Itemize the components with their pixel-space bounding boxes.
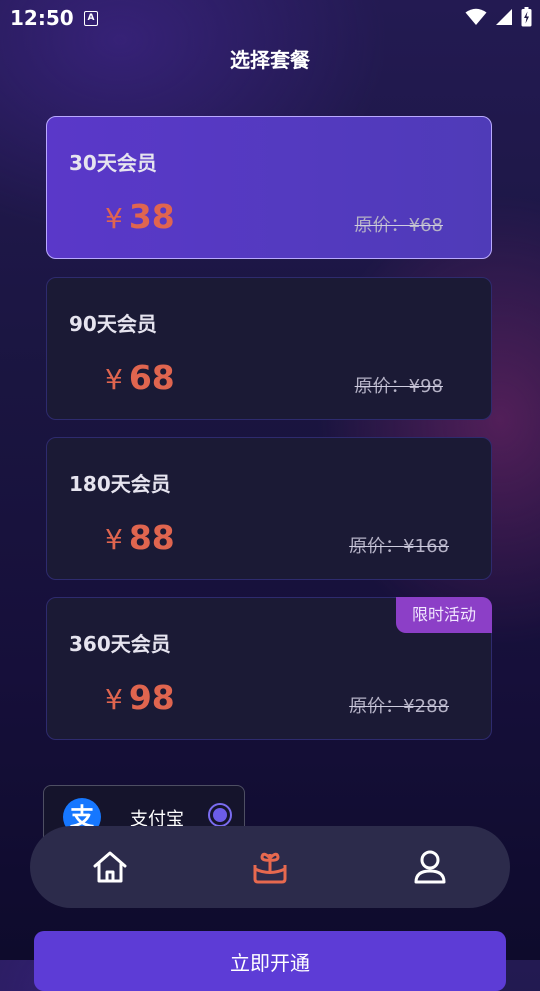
price-value: 68 — [128, 358, 175, 397]
status-time: 12:50 — [10, 6, 74, 30]
currency-symbol: ¥ — [105, 683, 123, 716]
home-icon — [93, 851, 127, 883]
price-value: 38 — [128, 197, 175, 236]
gift-icon — [253, 852, 287, 884]
original-price: 原价：¥68 — [354, 215, 443, 236]
plan-card-30-days[interactable]: 30天会员 ¥38 原价：¥68 — [46, 116, 492, 259]
nav-profile[interactable] — [390, 826, 470, 908]
bottom-nav — [30, 826, 510, 908]
status-icons — [465, 7, 532, 27]
plan-name: 30天会员 — [69, 151, 157, 175]
plan-name: 90天会员 — [69, 312, 157, 336]
original-price: 原价：¥98 — [354, 376, 443, 397]
status-bar: 12:50 A — [0, 0, 540, 36]
plan-name: 180天会员 — [69, 472, 171, 496]
subscribe-button-label: 立即开通 — [230, 951, 310, 975]
wifi-icon — [465, 8, 487, 25]
signal-icon — [496, 9, 512, 25]
payment-radio[interactable] — [208, 803, 232, 827]
plan-card-90-days[interactable]: 90天会员 ¥68 原价：¥98 — [46, 277, 492, 420]
original-price: 原价：¥168 — [349, 536, 449, 557]
original-price: 原价：¥288 — [349, 696, 449, 717]
plan-price: ¥68 — [105, 358, 175, 397]
subscribe-button[interactable]: 立即开通 — [34, 931, 506, 991]
currency-symbol: ¥ — [105, 523, 123, 556]
promo-badge: 限时活动 — [396, 597, 492, 633]
plan-price: ¥98 — [105, 678, 175, 717]
plan-card-360-days[interactable]: 限时活动 360天会员 ¥98 原价：¥288 — [46, 597, 492, 740]
nav-home[interactable] — [70, 826, 150, 908]
plan-price: ¥88 — [105, 518, 175, 557]
currency-symbol: ¥ — [105, 363, 123, 396]
price-value: 98 — [128, 678, 175, 717]
price-value: 88 — [128, 518, 175, 557]
currency-symbol: ¥ — [105, 202, 123, 235]
plan-card-180-days[interactable]: 180天会员 ¥88 原价：¥168 — [46, 437, 492, 580]
user-icon — [414, 850, 446, 884]
plan-name: 360天会员 — [69, 632, 171, 656]
plan-price: ¥38 — [105, 197, 175, 236]
notification-a-icon: A — [84, 11, 98, 26]
nav-gift[interactable] — [230, 826, 310, 908]
page-title: 选择套餐 — [230, 48, 310, 72]
battery-icon — [521, 7, 532, 27]
